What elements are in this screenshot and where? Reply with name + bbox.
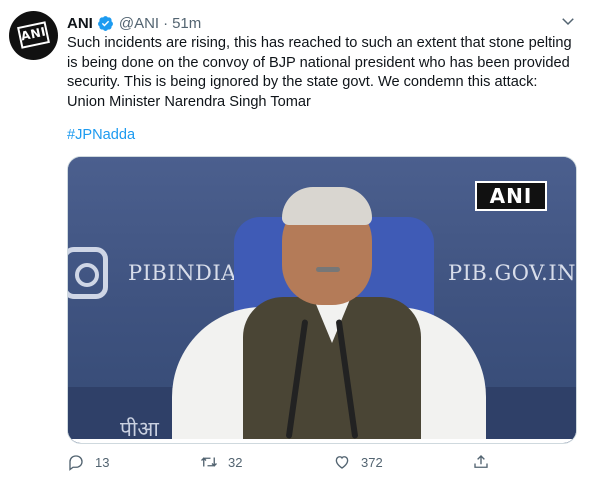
ani-logo: ANI: [17, 21, 50, 49]
retweet-icon: [201, 457, 217, 467]
share-icon: [474, 455, 488, 468]
action-bar: 13 32 372: [67, 453, 507, 475]
hashtag-link[interactable]: #JPNadda: [67, 127, 135, 143]
instagram-icon: [68, 247, 108, 299]
like-count: 372: [361, 454, 383, 470]
reply-button[interactable]: 13: [67, 453, 109, 471]
desk: [68, 439, 576, 443]
pib-sign-right: PIB.GOV.IN: [448, 261, 576, 285]
tweet-header: ANI @ANI · 51m: [67, 13, 201, 33]
retweet-count: 32: [228, 454, 243, 470]
avatar[interactable]: ANI: [9, 11, 58, 60]
tweet-text: Such incidents are rising, this has reac…: [67, 35, 572, 110]
tweet-media[interactable]: PIBINDIA PIB.GOV.IN पीआ ANI: [67, 156, 577, 444]
share-button[interactable]: [472, 453, 490, 471]
tweet-card[interactable]: ANI ANI @ANI · 51m Such incidents are ri…: [0, 0, 592, 481]
tweet-time[interactable]: 51m: [172, 15, 201, 32]
separator-dot: ·: [163, 14, 169, 32]
avatar-logo-text: ANI: [19, 24, 48, 44]
caret-down-icon[interactable]: [559, 12, 577, 30]
reply-icon: [69, 455, 83, 471]
person-mustache: [316, 267, 340, 272]
like-button[interactable]: 372: [333, 453, 383, 471]
author-name[interactable]: ANI: [67, 15, 93, 32]
reply-count: 13: [95, 454, 110, 470]
pib-sign-left: PIBINDIA: [128, 261, 237, 285]
ani-watermark: ANI: [475, 181, 547, 211]
author-handle[interactable]: @ANI: [119, 15, 159, 32]
person-hair: [282, 187, 372, 225]
verified-badge-icon: [97, 15, 113, 31]
like-icon: [335, 456, 349, 469]
retweet-button[interactable]: 32: [200, 453, 242, 471]
